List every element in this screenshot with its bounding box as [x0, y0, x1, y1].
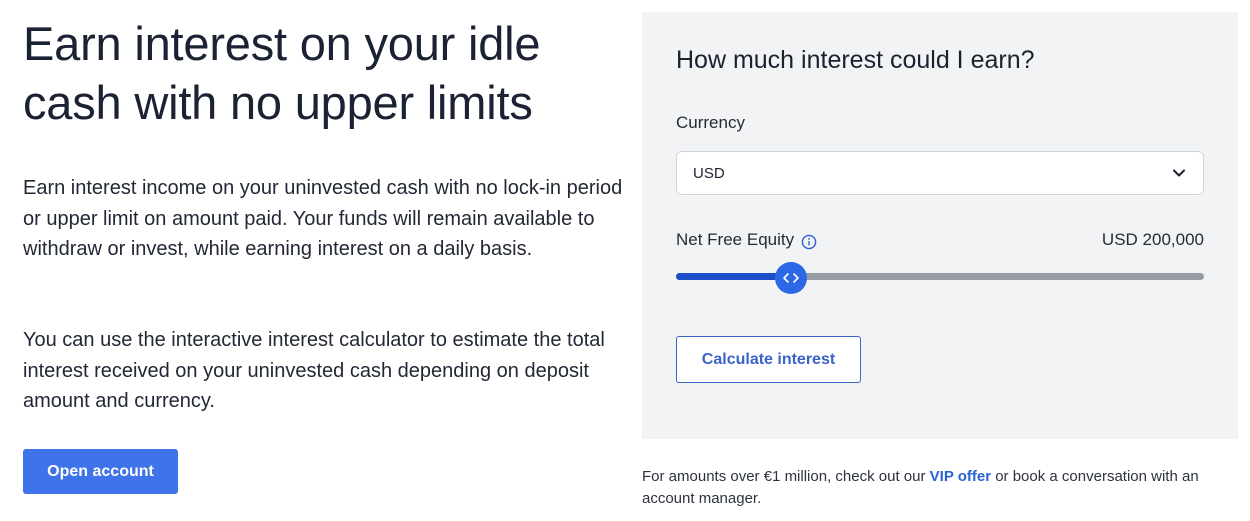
headline-line-2: cash with no upper limits — [23, 76, 533, 129]
equity-slider-fill — [676, 273, 792, 280]
footer-text-before: For amounts over €1 million, check out o… — [642, 468, 930, 485]
net-free-equity-label-row: Net Free Equity — [676, 230, 817, 250]
page-title: Earn interest on your idle cash with no … — [23, 14, 623, 132]
footer-note: For amounts over €1 million, check out o… — [642, 466, 1242, 510]
intro-paragraph: Earn interest income on your uninvested … — [23, 177, 623, 260]
net-free-equity-label: Net Free Equity — [676, 230, 795, 249]
currency-select[interactable]: USD — [676, 151, 1204, 195]
calculate-interest-button[interactable]: Calculate interest — [676, 336, 861, 383]
currency-select-value: USD — [693, 164, 725, 182]
equity-slider-thumb[interactable] — [775, 262, 808, 294]
open-account-button[interactable]: Open account — [23, 449, 178, 494]
currency-label: Currency — [676, 113, 745, 132]
slider-arrows-icon — [783, 273, 799, 283]
calculator-title: How much interest could I earn? — [676, 46, 1035, 74]
equity-slider-track[interactable] — [676, 273, 1204, 280]
calculator-paragraph: You can use the interactive interest cal… — [23, 329, 605, 412]
net-free-equity-value: USD 200,000 — [1101, 230, 1204, 249]
interest-calculator-panel: How much interest could I earn? Currency… — [642, 12, 1238, 439]
vip-offer-link[interactable]: VIP offer — [930, 468, 991, 485]
info-icon[interactable] — [801, 234, 817, 250]
headline-line-1: Earn interest on your idle — [23, 17, 541, 70]
chevron-down-icon — [1173, 169, 1185, 177]
